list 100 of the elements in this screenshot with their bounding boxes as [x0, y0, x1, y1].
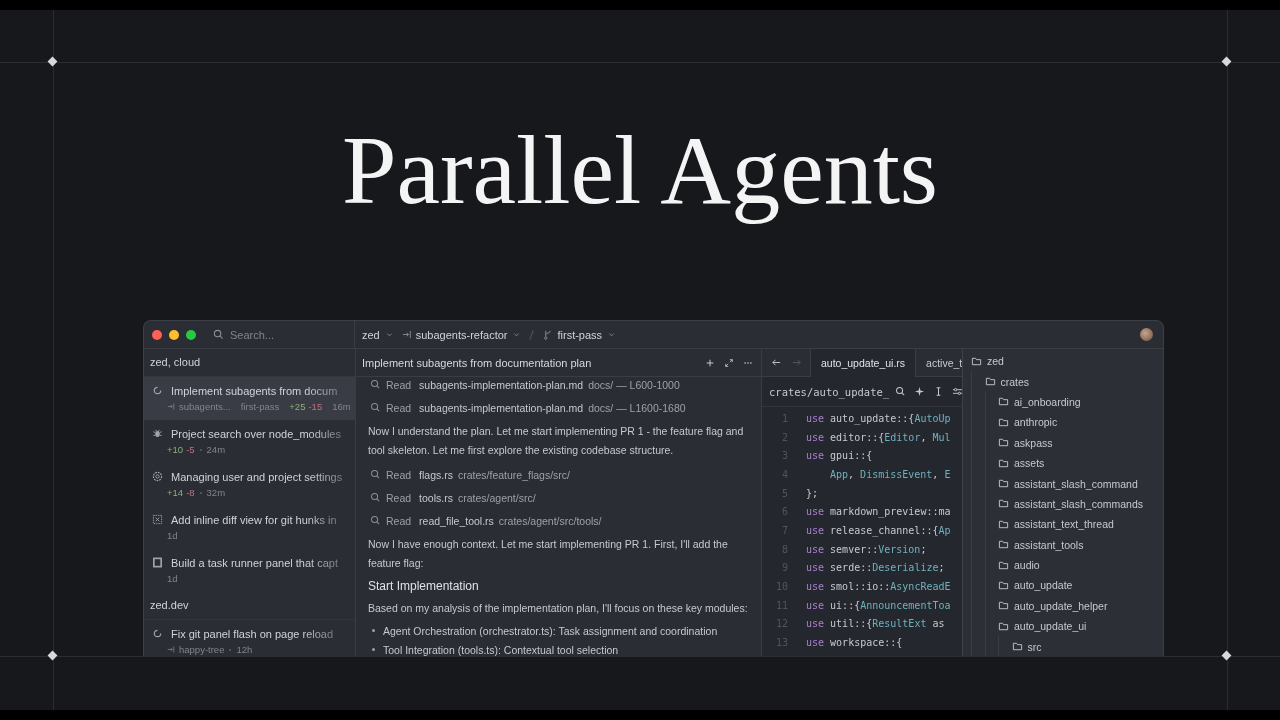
worktree-selector[interactable]: subagents-refactor — [415, 328, 508, 341]
thread-title: Fix git panel flash on page reload — [171, 627, 334, 640]
search-field[interactable]: Search... — [230, 328, 350, 341]
thread-item[interactable]: Project search over node_modules +10 -5 24m — [144, 420, 355, 463]
folder-icon — [998, 478, 1009, 490]
folder-name[interactable]: auto_update — [1014, 579, 1073, 592]
lines-removed: -15 — [308, 401, 323, 412]
search-icon — [370, 402, 381, 413]
file-path: crates/agent/src/tools/ — [498, 514, 602, 527]
thread-title: Implement subagents from documentation plan — [362, 356, 593, 369]
sparkle-icon[interactable] — [914, 386, 926, 397]
code-line: use editor::{Editor, Mul — [806, 431, 951, 443]
thread-time: 12h — [236, 644, 253, 655]
tool-label: Read — [386, 468, 412, 481]
folder-name[interactable]: assets — [1014, 457, 1045, 470]
expand-icon[interactable] — [724, 357, 734, 368]
back-arrow-icon[interactable] — [771, 357, 782, 368]
thread-time: 16m — [332, 401, 351, 412]
folder-name[interactable]: auto_update_ui — [1014, 620, 1087, 633]
corner-marker — [47, 650, 58, 661]
lines-removed: -5 — [186, 444, 195, 455]
thread-item[interactable]: Build a task runner panel that capt 1d — [144, 549, 355, 592]
thread-title: Build a task runner panel that capt — [171, 556, 338, 569]
file-name[interactable]: tools.rs — [419, 491, 453, 504]
file-name[interactable]: subagents-implementation-plan.md — [419, 401, 584, 414]
worktree-icon — [401, 329, 413, 340]
folder-name[interactable]: audio — [1014, 559, 1040, 572]
diff-icon — [152, 514, 163, 525]
folder-name[interactable]: assistant_slash_command — [1014, 477, 1138, 490]
file-path: docs/ — L1600-1680 — [588, 401, 686, 414]
code-line: use release_channel::{Ap — [806, 524, 951, 536]
branch-name: first-pass — [240, 401, 280, 412]
folder-icon — [998, 437, 1009, 449]
message-text: Now I understand the plan. Let me start implementing PR 1 - the feature flag and tool skeleton. Let me first explore the existing codebase structure. — [368, 424, 745, 458]
file-path: crates/agent/src/ — [457, 491, 536, 504]
lines-added: +10 — [167, 444, 184, 455]
folder-name[interactable]: crates — [1000, 375, 1030, 388]
thread-item[interactable]: Managing user and project settings +14 -8 32m — [144, 463, 355, 506]
code-line: use gpui::{ — [806, 450, 873, 462]
code-line: use serde::Deserialize; — [806, 562, 945, 574]
lines-added: +25 — [289, 401, 306, 412]
project-selector[interactable]: zed — [362, 328, 380, 341]
thread-item[interactable]: Add inline diff view for git hunks in 1d — [144, 506, 355, 549]
folder-name[interactable]: assistant_text_thread — [1014, 518, 1114, 531]
list-item: Tool Integration (tools.ts): Contextual tool selection — [383, 643, 619, 656]
corner-marker — [1221, 56, 1232, 67]
editor-tab[interactable]: auto_update_ui.rs — [810, 349, 916, 377]
code-line: use markdown_preview::ma — [806, 506, 951, 518]
code-line: use auto_update::{AutoUp — [806, 412, 951, 424]
folder-icon — [998, 416, 1009, 428]
folder-name[interactable]: zed — [987, 355, 1004, 368]
search-icon — [370, 469, 381, 480]
code-line: use ui::{AnnouncementToa — [806, 599, 951, 611]
file-name[interactable]: read_file_tool.rs — [419, 514, 494, 527]
file-path: docs/ — L600-1000 — [588, 378, 680, 391]
headline: Parallel Agents — [341, 115, 938, 226]
branch-selector[interactable]: first-pass — [557, 328, 603, 341]
maximize-button[interactable] — [186, 329, 196, 340]
breadcrumb[interactable]: crates/auto_update_ — [769, 385, 890, 398]
code-line: App, DismissEvent, E — [829, 468, 951, 480]
worktree-name: subagents... — [179, 401, 231, 412]
thread-time: 24m — [206, 444, 226, 455]
thread-title: Add inline diff view for git hunks in — [171, 513, 337, 526]
folder-name[interactable]: assistant_slash_commands — [1014, 497, 1143, 510]
folder-icon — [984, 376, 996, 388]
lines-added: +14 — [167, 487, 184, 498]
search-icon[interactable] — [895, 386, 907, 397]
file-name[interactable]: flags.rs — [419, 468, 453, 481]
corner-marker — [1221, 650, 1232, 661]
folder-name[interactable]: ai_onboarding — [1014, 395, 1081, 408]
search-icon — [370, 379, 381, 390]
folder-name[interactable]: src — [1027, 640, 1042, 653]
caret-icon — [385, 331, 393, 338]
folder-name[interactable]: askpass — [1014, 436, 1053, 449]
corner-marker — [47, 56, 58, 67]
folder-icon — [998, 539, 1009, 551]
thread-item[interactable]: Implement subagents from docum subagents... first-pass +25 -15 16m — [144, 377, 355, 420]
close-button[interactable] — [152, 329, 162, 340]
thread-time: 1d — [167, 530, 178, 541]
folder-name[interactable]: anthropic — [1014, 416, 1058, 429]
gear-icon — [152, 471, 163, 482]
search-icon — [213, 329, 224, 340]
worktree-icon — [167, 645, 176, 654]
folder-name[interactable]: auto_update_helper — [1014, 599, 1108, 612]
folder-icon — [998, 498, 1009, 510]
folder-name[interactable]: assistant_tools — [1014, 538, 1084, 551]
folder-icon — [998, 580, 1009, 591]
sliders-icon[interactable] — [952, 386, 962, 397]
code-line: use smol::io::AsyncReadE — [806, 581, 951, 593]
message-text: Based on my analysis of the implementation plan, I'll focus on these key modules: — [368, 601, 749, 616]
file-name[interactable]: subagents-implementation-plan.md — [419, 378, 584, 391]
thread-item[interactable]: Fix git panel flash on page reload happy-tree 12h — [144, 620, 355, 656]
tool-label: Read — [386, 491, 412, 504]
user-avatar[interactable] — [1140, 328, 1153, 341]
minimize-button[interactable] — [169, 329, 179, 340]
folder-icon — [998, 396, 1009, 408]
plus-icon[interactable] — [705, 357, 715, 368]
folder-icon — [998, 518, 1009, 530]
spinner-icon — [152, 385, 163, 396]
message-heading: Start Implementation — [368, 578, 480, 595]
